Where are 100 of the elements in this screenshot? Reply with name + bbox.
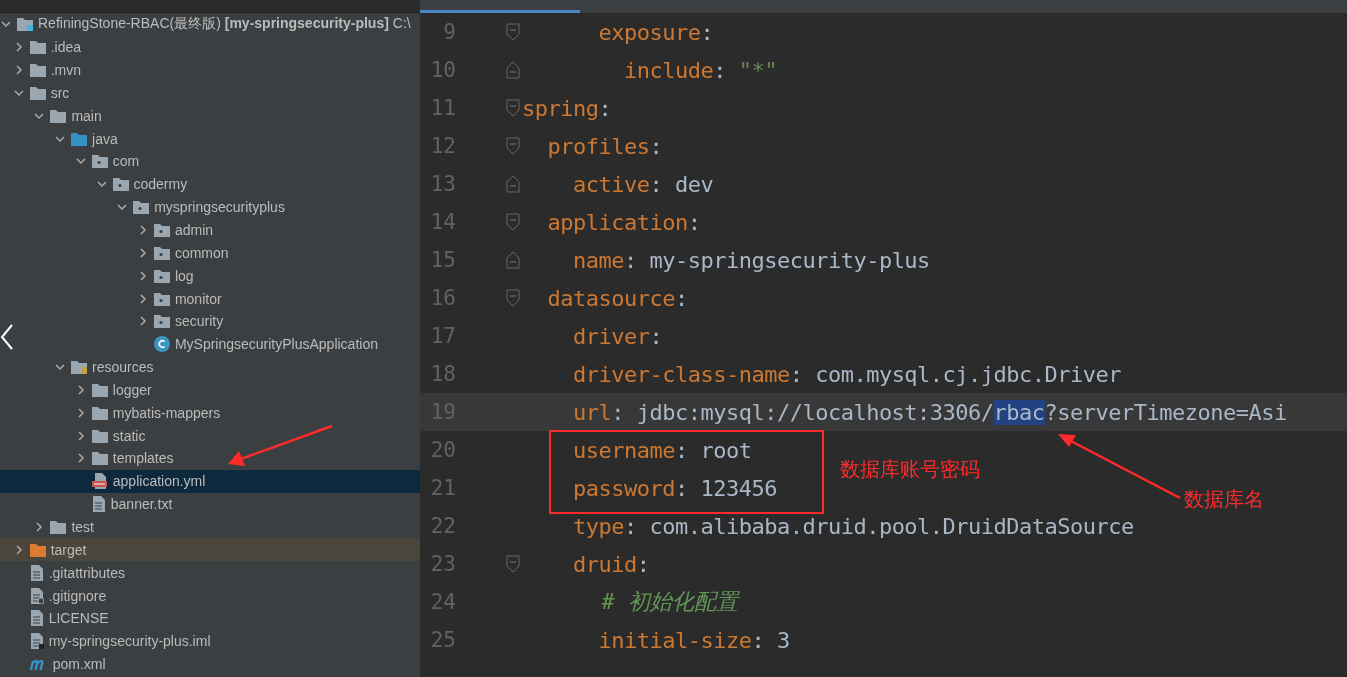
fold-marker-icon[interactable]: [506, 555, 520, 573]
tree-item[interactable]: monitor: [0, 287, 420, 310]
tree-item[interactable]: com: [0, 150, 420, 173]
tree-item[interactable]: .mvn: [0, 58, 420, 82]
tree-item[interactable]: my-springsecurity-plus.iml: [0, 629, 420, 653]
tree-item[interactable]: test: [0, 515, 420, 539]
tree-item[interactable]: LICENSE: [0, 606, 420, 630]
tree-item[interactable]: application.yml: [0, 469, 420, 493]
tree-item[interactable]: security: [0, 309, 420, 333]
file-icon: [29, 610, 44, 627]
folder-icon: [29, 63, 46, 78]
colon: :: [713, 57, 726, 83]
chevron-right-icon[interactable]: [137, 316, 148, 327]
chevron-right-icon[interactable]: [137, 225, 148, 235]
file-icon: [29, 564, 44, 581]
tree-item[interactable]: common: [0, 241, 420, 265]
chevron-right-icon[interactable]: [137, 293, 148, 304]
chevron-right-icon[interactable]: [137, 247, 148, 258]
fold-marker-icon[interactable]: [506, 137, 520, 155]
line-number: 11: [429, 96, 456, 120]
file-icon: [91, 496, 106, 513]
fold-end-marker-icon[interactable]: [506, 175, 520, 193]
fold-end-marker-icon[interactable]: [506, 61, 520, 79]
line-number: 23: [429, 552, 456, 576]
tree-item[interactable]: mybatis-mappers: [0, 401, 420, 425]
tree-item-label: pom.xml: [52, 656, 106, 673]
fold-marker-icon[interactable]: [506, 99, 520, 117]
tree-item[interactable]: MySpringsecurityPlusApplication: [0, 332, 420, 356]
tree-item[interactable]: templates: [0, 447, 420, 470]
chevron-down-icon[interactable]: [55, 362, 66, 373]
fold-marker-icon[interactable]: [506, 23, 520, 41]
colon: :: [751, 627, 765, 653]
tree-item-label: application.yml: [112, 473, 206, 490]
line-number: 12: [429, 134, 456, 158]
chevron-down-icon[interactable]: [34, 110, 45, 121]
chevron-right-icon[interactable]: [75, 384, 86, 395]
tree-item[interactable]: banner.txt: [0, 492, 420, 516]
colon: :: [649, 171, 663, 197]
tree-item[interactable]: logger: [0, 378, 420, 402]
chevron-down-icon[interactable]: [55, 133, 66, 144]
tree-item[interactable]: admin: [0, 218, 420, 242]
selected-text: rbac: [993, 399, 1045, 425]
module-icon: [17, 17, 33, 32]
tree-item[interactable]: resources: [0, 355, 420, 379]
tree-item-label: security: [174, 313, 224, 330]
chevron-right-icon[interactable]: [34, 522, 45, 532]
chevron-down-icon[interactable]: [1, 19, 11, 30]
tree-item[interactable]: static: [0, 424, 420, 448]
line-number: 15: [429, 248, 456, 272]
yaml-value: jdbc:mysql://localhost:3306/: [636, 399, 994, 425]
yaml-value: dev: [674, 171, 714, 197]
tree-item[interactable]: codermy: [0, 172, 420, 196]
tree-item-label: com: [112, 153, 140, 170]
tree-item[interactable]: main: [0, 104, 420, 128]
line-number: 9: [442, 20, 456, 44]
line-number: 17: [429, 324, 456, 348]
yaml-value: com.mysql.cj.jdbc.Driver: [815, 361, 1122, 387]
chevron-right-icon[interactable]: [75, 407, 86, 418]
tree-item[interactable]: .gitattributes: [0, 561, 420, 585]
tree-item[interactable]: pom.xml: [0, 652, 420, 676]
folder-icon: [91, 154, 108, 169]
yaml-value: "*": [738, 57, 777, 83]
folder-icon: [153, 245, 170, 260]
tree-item[interactable]: .gitignore: [0, 584, 420, 607]
chevron-down-icon[interactable]: [117, 202, 128, 213]
code-comment: # 初始化配置: [600, 588, 738, 616]
fold-marker-icon[interactable]: [506, 213, 520, 231]
tree-item-label: src: [50, 84, 70, 101]
tree-item[interactable]: log: [0, 264, 420, 288]
fold-end-marker-icon[interactable]: [506, 251, 520, 269]
tree-item[interactable]: src: [0, 81, 420, 105]
chevron-down-icon[interactable]: [75, 156, 86, 167]
tree-item[interactable]: RefiningStone-RBAC(最终版) [my-springsecurity-plus] C:\: [0, 13, 420, 36]
back-chevron-icon[interactable]: [0, 323, 14, 351]
chevron-right-icon[interactable]: [13, 65, 24, 76]
line-number: 24: [429, 590, 456, 614]
tree-item[interactable]: .idea: [0, 35, 420, 59]
chevron-right-icon[interactable]: [13, 544, 24, 555]
colon: :: [674, 475, 688, 501]
tree-item[interactable]: target: [0, 538, 420, 562]
tree-item-label: resources: [92, 359, 154, 376]
chevron-right-icon[interactable]: [75, 430, 86, 441]
yaml-key: active: [522, 171, 650, 197]
chevron-right-icon[interactable]: [75, 453, 86, 464]
tree-item[interactable]: java: [0, 127, 420, 151]
tree-item-label: log: [174, 267, 194, 284]
fold-marker-icon[interactable]: [506, 289, 520, 307]
chevron-right-icon[interactable]: [137, 270, 148, 281]
folder-icon: [133, 200, 150, 215]
colon: :: [687, 209, 701, 235]
chevron-right-icon[interactable]: [13, 42, 24, 53]
chevron-down-icon[interactable]: [96, 179, 107, 190]
tree-item-label: main: [71, 107, 102, 124]
tree-item[interactable]: myspringsecurityplus: [0, 195, 420, 219]
tree-item-label: logger: [112, 381, 152, 398]
chevron-down-icon[interactable]: [13, 87, 24, 98]
tree-item-label: codermy: [133, 176, 188, 193]
colon: :: [598, 95, 612, 121]
tree-item-label: common: [174, 244, 229, 261]
folder-icon: [50, 108, 67, 123]
